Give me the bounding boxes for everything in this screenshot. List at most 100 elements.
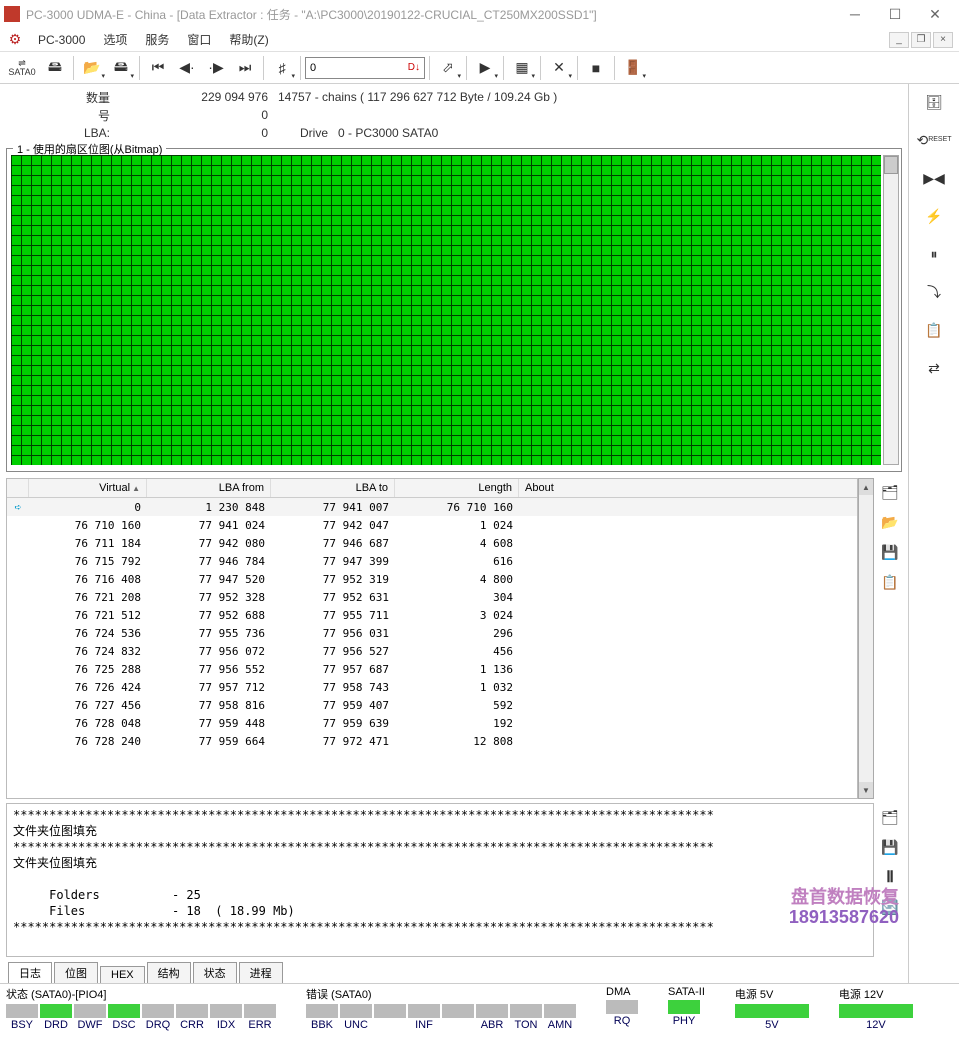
table-row[interactable]: ➪01 230 84877 941 00776 710 160 <box>7 498 857 516</box>
info-chains: 14757 - chains ( 117 296 627 712 Byte / … <box>278 90 557 104</box>
tabs: 日志位图HEX结构状态进程 <box>0 959 908 983</box>
power-icon[interactable]: ⚡ <box>920 204 948 228</box>
col-LBA from[interactable]: LBA from <box>147 479 271 497</box>
swap-icon[interactable]: ⇄ <box>920 356 948 380</box>
close-button[interactable]: ✕ <box>915 2 955 26</box>
table-row[interactable]: 76 725 28877 956 55277 957 6871 136 <box>7 660 857 678</box>
right-sidebar: 🗄 ⟲RESET ▶◀ ⚡ ⏸ ⤵ 📋 ⇄ <box>909 84 959 983</box>
minimize-button[interactable]: ─ <box>835 2 875 26</box>
nav-last[interactable]: ⏭ <box>231 54 259 82</box>
tab-结构[interactable]: 结构 <box>147 962 191 983</box>
table-row[interactable]: 76 710 16077 941 02477 942 0471 024 <box>7 516 857 534</box>
tab-状态[interactable]: 状态 <box>193 962 237 983</box>
menu-services[interactable]: 服务 <box>137 29 177 50</box>
info-num-value: 0 <box>118 108 278 122</box>
table-row[interactable]: 76 715 79277 946 78477 947 399616 <box>7 552 857 570</box>
stop-button[interactable]: ■ <box>582 54 610 82</box>
table-open-icon[interactable]: 📂 <box>876 510 904 534</box>
led-label <box>374 1019 406 1031</box>
maximize-button[interactable]: ☐ <box>875 2 915 26</box>
tab-进程[interactable]: 进程 <box>239 962 283 983</box>
led-blank <box>442 1004 474 1018</box>
tab-日志[interactable]: 日志 <box>8 962 52 983</box>
table-row[interactable]: 76 728 24077 959 66477 972 47112 808 <box>7 732 857 750</box>
sata-button[interactable]: ⇌SATA0 <box>4 54 40 82</box>
tools-button[interactable]: ✕▾ <box>545 54 573 82</box>
led-DRQ <box>142 1004 174 1018</box>
nav-first[interactable]: ⏮ <box>144 54 172 82</box>
led-12V <box>839 1004 913 1018</box>
led-label: UNC <box>340 1019 372 1031</box>
export-button[interactable]: ⬀▾ <box>434 54 462 82</box>
menu-options[interactable]: 选项 <box>95 29 135 50</box>
col-LBA to[interactable]: LBA to <box>271 479 395 497</box>
table-row[interactable]: 76 721 51277 952 68877 955 7113 024 <box>7 606 857 624</box>
led-label: 5V <box>735 1019 809 1031</box>
status-group-label: 电源 5V <box>735 986 809 1002</box>
reset-icon[interactable]: ⟲RESET <box>920 128 948 152</box>
status-group-label: 状态 (SATA0)-[PIO4] <box>6 986 276 1002</box>
table-row[interactable]: 76 711 18477 942 08077 946 6874 608 <box>7 534 857 552</box>
table-row[interactable]: 76 716 40877 947 52077 952 3194 800 <box>7 570 857 588</box>
nav-next[interactable]: ·▶ <box>202 54 230 82</box>
tab-HEX[interactable]: HEX <box>100 966 145 983</box>
led-ERR <box>244 1004 276 1018</box>
log-box: ****************************************… <box>6 803 874 957</box>
app-menu-icon: ⚙ <box>6 31 24 49</box>
mdi-restore[interactable]: ❐ <box>911 32 931 48</box>
pause-icon[interactable]: ⏸ <box>920 242 948 266</box>
table-save-icon[interactable]: 💾 <box>876 540 904 564</box>
clipboard-icon[interactable]: 📋 <box>920 318 948 342</box>
drive-icon[interactable]: 🗄 <box>920 90 948 114</box>
exit-button[interactable]: 🚪▾ <box>619 54 647 82</box>
menu-help[interactable]: 帮助(Z) <box>221 29 276 50</box>
offset-combo[interactable]: 0D↓ <box>305 57 425 79</box>
info-qty-label: 数量 <box>8 89 118 106</box>
table-row[interactable]: 76 728 04877 959 44877 959 639192 <box>7 714 857 732</box>
led-AMN <box>544 1004 576 1018</box>
down-icon[interactable]: ⤵ <box>920 280 948 304</box>
nav-prev[interactable]: ◀· <box>173 54 201 82</box>
table-row[interactable]: 76 721 20877 952 32877 952 631304 <box>7 588 857 606</box>
table-row[interactable]: 76 724 53677 955 73677 956 031296 <box>7 624 857 642</box>
scroll-up-icon[interactable]: ▲ <box>859 479 873 495</box>
led-DWF <box>74 1004 106 1018</box>
table-row[interactable]: 76 727 45677 958 81677 959 407592 <box>7 696 857 714</box>
led-label: ERR <box>244 1019 276 1031</box>
bitmap-scrollbar[interactable] <box>883 155 899 465</box>
table-action-icon[interactable]: 🗂 <box>876 480 904 504</box>
table-scrollbar[interactable]: ▲ ▼ <box>858 478 874 799</box>
play-range-icon[interactable]: ▶◀ <box>920 166 948 190</box>
log-pause-icon[interactable]: Ⅱ <box>876 865 904 889</box>
info-panel: 数量 229 094 976 14757 - chains ( 117 296 … <box>0 84 908 146</box>
mdi-close[interactable]: × <box>933 32 953 48</box>
table-row[interactable]: 76 724 83277 956 07277 956 527456 <box>7 642 857 660</box>
col-About[interactable]: About <box>519 479 857 497</box>
menu-window[interactable]: 窗口 <box>179 29 219 50</box>
info-lba-label: LBA: <box>8 126 118 140</box>
menubar: ⚙ PC-3000 选项 服务 窗口 帮助(Z) _ ❐ × <box>0 28 959 52</box>
matrix-button[interactable]: ▦▾ <box>508 54 536 82</box>
status-footer: 状态 (SATA0)-[PIO4]BSYDRDDWFDSCDRQCRRIDXER… <box>0 983 959 1037</box>
drive-icon[interactable]: 🖴 <box>41 54 69 82</box>
led-TON <box>510 1004 542 1018</box>
led-IDX <box>210 1004 242 1018</box>
table-row[interactable]: 76 726 42477 957 71277 958 7431 032 <box>7 678 857 696</box>
save-button[interactable]: 🖴▾ <box>107 54 135 82</box>
watermark: 盘首数据恢复 18913587620 <box>789 887 899 927</box>
menu-pc3000[interactable]: PC-3000 <box>30 31 93 49</box>
status-group-label: SATA-II <box>668 986 705 998</box>
info-lba-value: 0 <box>118 126 278 140</box>
log-save-icon[interactable]: 💾 <box>876 835 904 859</box>
bitmap-grid[interactable] <box>11 155 881 465</box>
open-button[interactable]: 📂▾ <box>78 54 106 82</box>
col-Length[interactable]: Length <box>395 479 519 497</box>
scroll-down-icon[interactable]: ▼ <box>859 782 873 798</box>
table-clip-icon[interactable]: 📋 <box>876 570 904 594</box>
mdi-minimize[interactable]: _ <box>889 32 909 48</box>
play-button[interactable]: ▶▾ <box>471 54 499 82</box>
tab-位图[interactable]: 位图 <box>54 962 98 983</box>
grid-icon[interactable]: ♯▾ <box>268 54 296 82</box>
log-action-icon[interactable]: 🗂 <box>876 805 904 829</box>
col-Virtual[interactable]: Virtual▲ <box>29 479 147 497</box>
